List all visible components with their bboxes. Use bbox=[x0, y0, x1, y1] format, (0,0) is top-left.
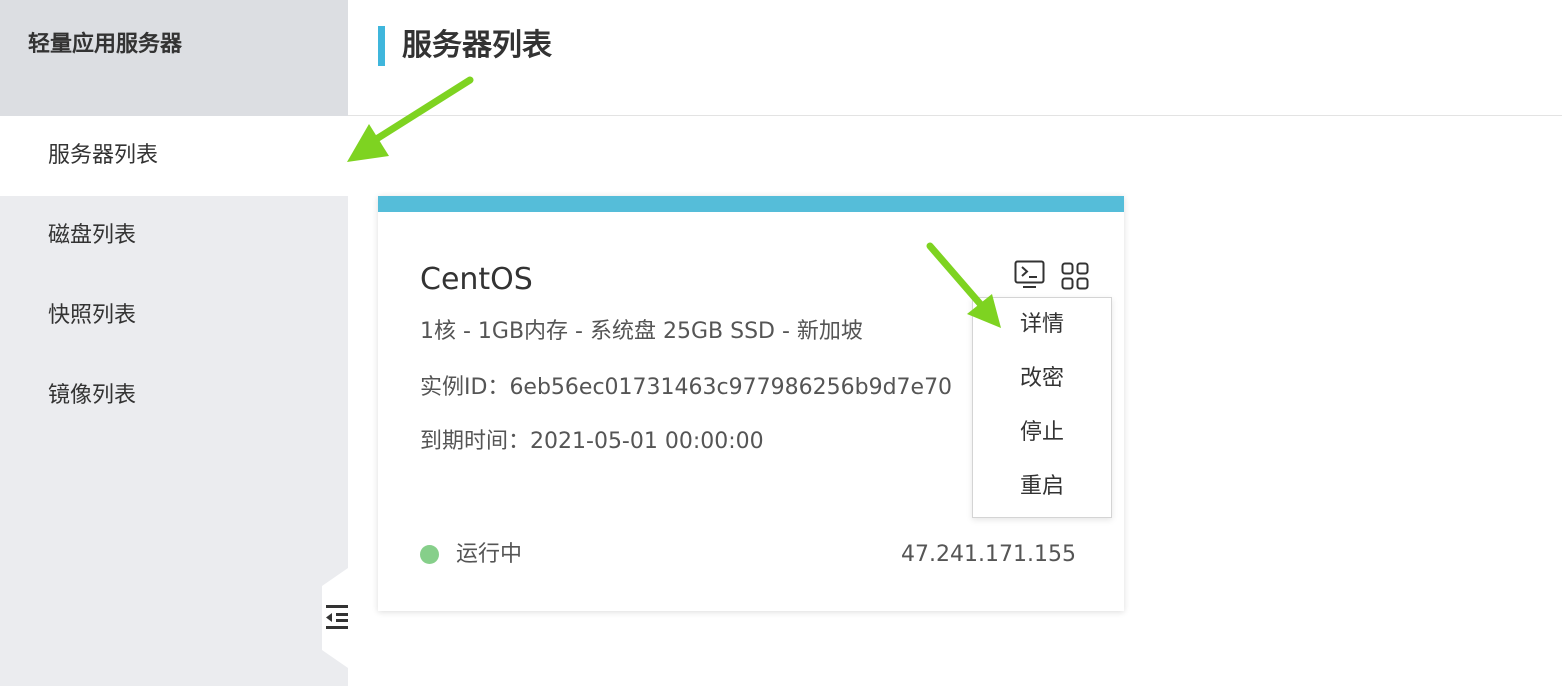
sidebar-item-disk-list[interactable]: 磁盘列表 bbox=[0, 196, 348, 276]
title-accent-bar bbox=[378, 26, 385, 66]
instance-id-value: 6eb56ec01731463c977986256b9d7e70 bbox=[509, 375, 953, 400]
expiry-row: 到期时间：2021-05-01 00:00:00 bbox=[420, 427, 764, 457]
sidebar-header: 轻量应用服务器 bbox=[0, 0, 348, 116]
status-text: 运行中 bbox=[456, 542, 523, 567]
sidebar-item-server-list[interactable]: 服务器列表 bbox=[0, 116, 348, 196]
menu-item-stop[interactable]: 停止 bbox=[973, 406, 1111, 460]
sidebar-item-label: 镜像列表 bbox=[48, 383, 137, 408]
sidebar-item-snapshot-list[interactable]: 快照列表 bbox=[0, 276, 348, 356]
server-ip: 47.241.171.155 bbox=[901, 542, 1076, 567]
expiry-label: 到期时间： bbox=[420, 429, 531, 454]
menu-item-details[interactable]: 详情 bbox=[973, 298, 1111, 352]
actions-dropdown: 详情 改密 停止 重启 bbox=[972, 297, 1112, 518]
card-top-bar bbox=[378, 196, 1124, 212]
menu-item-restart[interactable]: 重启 bbox=[973, 460, 1111, 514]
menu-item-change-password[interactable]: 改密 bbox=[973, 352, 1111, 406]
sidebar: 轻量应用服务器 服务器列表 磁盘列表 快照列表 镜像列表 bbox=[0, 0, 348, 686]
more-actions-button[interactable] bbox=[1061, 262, 1089, 294]
page-header: 服务器列表 bbox=[348, 0, 1562, 116]
instance-id-row: 实例ID：6eb56ec01731463c977986256b9d7e70 bbox=[420, 373, 952, 403]
server-spec: 1核 - 1GB内存 - 系统盘 25GB SSD - 新加坡 bbox=[420, 319, 863, 344]
sidebar-item-label: 快照列表 bbox=[48, 303, 137, 328]
terminal-icon bbox=[1014, 260, 1045, 288]
server-os-name: CentOS bbox=[420, 262, 533, 297]
page-title: 服务器列表 bbox=[402, 28, 552, 63]
grid-menu-icon bbox=[1061, 262, 1089, 290]
status-indicator bbox=[420, 545, 439, 564]
collapse-menu-icon bbox=[326, 605, 348, 629]
expiry-value: 2021-05-01 00:00:00 bbox=[530, 429, 764, 454]
instance-id-label: 实例ID： bbox=[420, 375, 510, 400]
sidebar-title: 轻量应用服务器 bbox=[28, 32, 183, 57]
sidebar-item-image-list[interactable]: 镜像列表 bbox=[0, 356, 348, 436]
terminal-button[interactable] bbox=[1014, 260, 1046, 294]
sidebar-item-label: 磁盘列表 bbox=[48, 223, 137, 248]
sidebar-item-label: 服务器列表 bbox=[48, 143, 159, 168]
sidebar-collapse-button[interactable] bbox=[322, 568, 348, 668]
